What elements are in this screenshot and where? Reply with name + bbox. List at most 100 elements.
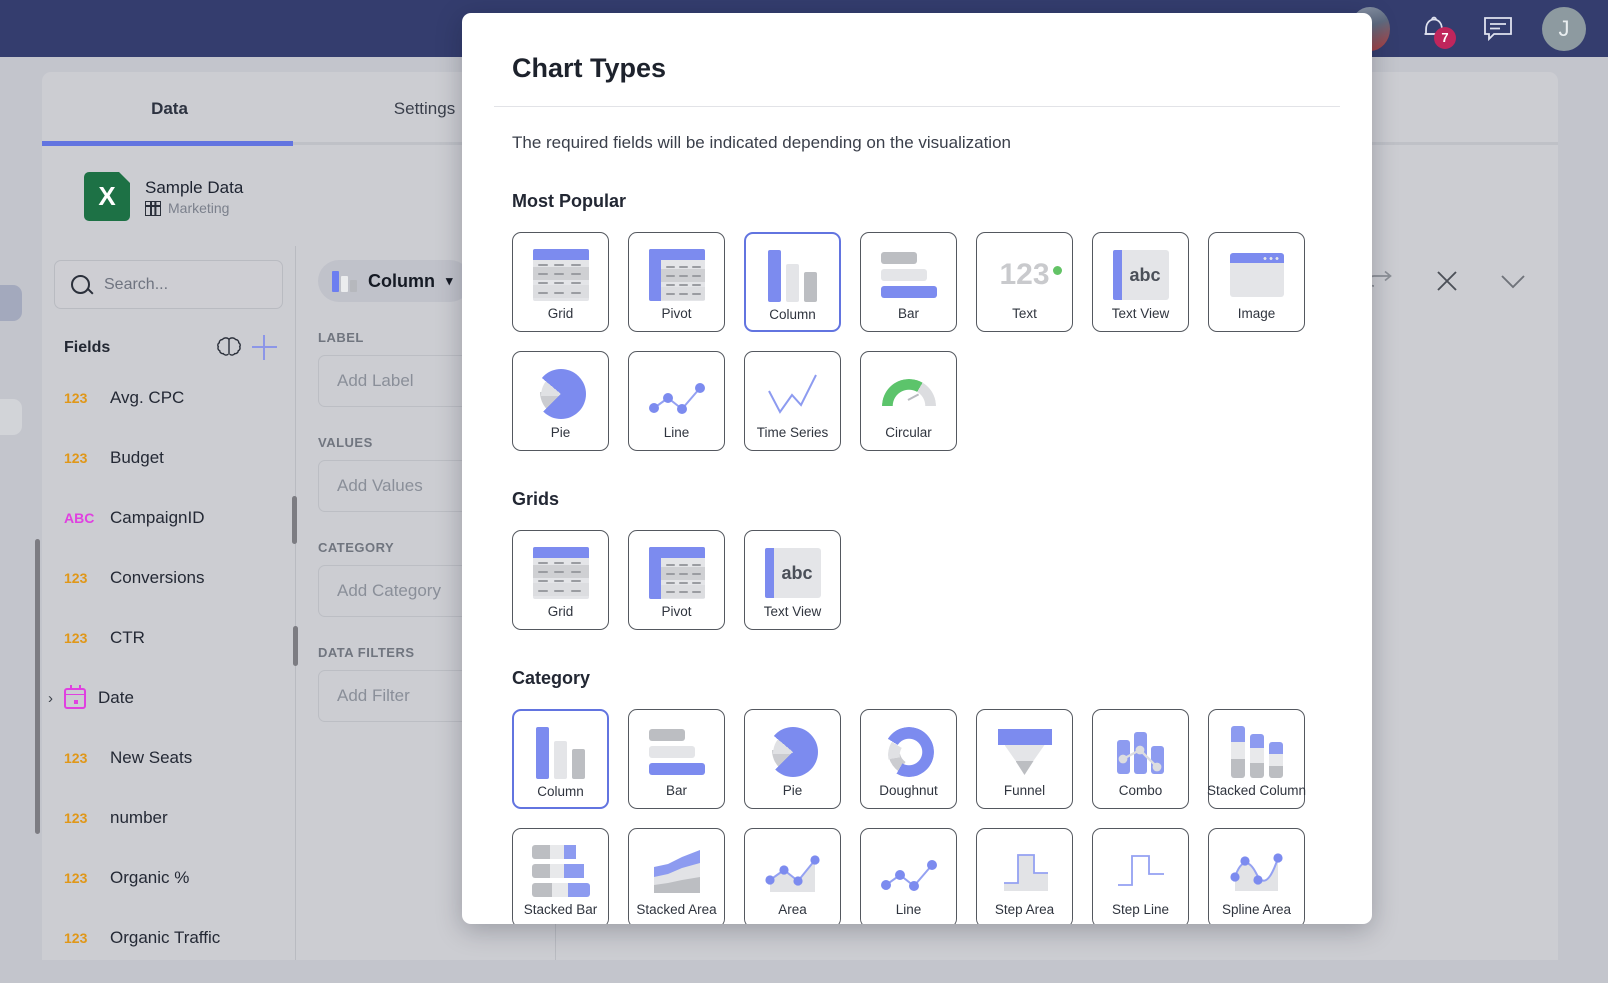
chart-type-card-textview[interactable]: abc Text View: [1092, 232, 1189, 332]
column-chart-icon: [536, 727, 585, 779]
field-name: CTR: [110, 628, 145, 647]
field-name: Organic %: [110, 868, 190, 887]
chart-type-groups: Most Popular Grid Pivot Column Bar 123 Text abc…: [494, 153, 1340, 924]
chart-types-modal: Chart Types The required fields will be …: [462, 13, 1372, 924]
chart-type-card-textview[interactable]: abc Text View: [744, 530, 841, 630]
chart-type-card-combo[interactable]: Combo: [1092, 709, 1189, 809]
chart-type-card-column[interactable]: Column: [744, 232, 841, 332]
chart-type-card-stepline[interactable]: Step Line: [1092, 828, 1189, 924]
canvas-actions: [1366, 266, 1528, 296]
app-root: 7 J Data Settings X Sample Data Marketin…: [0, 0, 1608, 983]
chart-type-card-column[interactable]: Column: [512, 709, 609, 809]
chart-type-card-doughnut[interactable]: Doughnut: [860, 709, 957, 809]
chart-type-card-line[interactable]: Line: [628, 351, 725, 451]
group-title: Most Popular: [512, 191, 627, 211]
close-icon[interactable]: [1432, 266, 1462, 296]
settings-scrollbar[interactable]: [293, 626, 298, 666]
chart-type-card-image[interactable]: Image: [1208, 232, 1305, 332]
tab-data[interactable]: Data: [42, 72, 297, 146]
brain-icon[interactable]: [216, 336, 242, 359]
step-area-icon: [1003, 854, 1048, 891]
field-row[interactable]: 123 Organic %: [42, 848, 295, 908]
chart-type-label: Line: [663, 425, 690, 440]
spline-area-icon: [1229, 853, 1283, 891]
chart-type-card-bar[interactable]: Bar: [628, 709, 725, 809]
chart-type-card-text[interactable]: 123 Text: [976, 232, 1073, 332]
text-view-icon: abc: [1112, 250, 1169, 300]
chart-type-card-circular[interactable]: Circular: [860, 351, 957, 451]
chart-type-card-grid[interactable]: Grid: [512, 530, 609, 630]
chart-type-label: Step Line: [1111, 902, 1170, 917]
field-name: Budget: [110, 448, 164, 467]
check-icon[interactable]: [1498, 266, 1528, 296]
chart-type-grid: Grid Pivot abc Text View: [494, 510, 1340, 630]
search-input[interactable]: Search...: [54, 260, 283, 309]
excel-icon: X: [84, 171, 130, 221]
bell-icon[interactable]: 7: [1414, 9, 1456, 49]
chart-type-label: Step Area: [994, 902, 1055, 917]
rail-chip-bottom[interactable]: [0, 399, 22, 435]
fields-title: Fields: [64, 338, 111, 356]
pie-chart-icon: [767, 725, 823, 779]
chart-type-label: Area: [778, 902, 807, 917]
chart-type-grid: Grid Pivot Column Bar 123 Text abc Text View Ima…: [494, 212, 1340, 451]
chart-type-label: Grid: [547, 306, 574, 321]
field-name: Conversions: [110, 568, 205, 587]
chart-type-label: Text View: [763, 604, 822, 619]
chart-type-label: Pivot: [661, 306, 692, 321]
chart-type-card-timeseries[interactable]: Time Series: [744, 351, 841, 451]
chart-type-card-stackedarea[interactable]: Stacked Area: [628, 828, 725, 924]
field-row[interactable]: 123 Avg. CPC: [42, 368, 295, 428]
field-row[interactable]: 123 Conversions: [42, 548, 295, 608]
profile-avatar[interactable]: J: [1542, 6, 1586, 51]
chart-type-card-pivot[interactable]: Pivot: [628, 232, 725, 332]
field-type-icon: 123: [64, 750, 88, 766]
circular-gauge-icon: [881, 379, 936, 409]
field-row[interactable]: 123 CTR: [42, 608, 295, 668]
text-number-icon: 123: [999, 258, 1062, 292]
chart-type-card-steparea[interactable]: Step Area: [976, 828, 1073, 924]
chart-type-label: Funnel: [1003, 783, 1046, 798]
chart-type-card-area[interactable]: Area: [744, 828, 841, 924]
chart-type-card-pie[interactable]: Pie: [512, 351, 609, 451]
group-title: Grids: [512, 489, 560, 509]
chart-type-card-pie[interactable]: Pie: [744, 709, 841, 809]
chart-type-card-line[interactable]: Line: [860, 828, 957, 924]
field-row[interactable]: 123 New Seats: [42, 728, 295, 788]
time-series-icon: [767, 374, 817, 414]
pivot-icon: [648, 249, 705, 301]
pivot-icon: [648, 547, 705, 599]
field-row[interactable]: ABC CampaignID: [42, 488, 295, 548]
field-type-icon: 123: [64, 570, 88, 586]
field-row[interactable]: 123 Budget: [42, 428, 295, 488]
chat-icon[interactable]: [1478, 9, 1518, 49]
field-row[interactable]: 123 Organic Traffic: [42, 908, 295, 960]
chart-type-card-splinearea[interactable]: Spline Area: [1208, 828, 1305, 924]
chart-type-grid: Column Bar Pie Doughnut Funnel Combo Stacked C…: [494, 689, 1340, 924]
rail-scrollbar[interactable]: [35, 539, 40, 834]
chart-type-selector[interactable]: Column ▾: [318, 260, 471, 302]
chart-type-card-bar[interactable]: Bar: [860, 232, 957, 332]
add-field-icon[interactable]: [252, 335, 277, 360]
field-row[interactable]: › Date: [42, 668, 295, 728]
field-type-icon: 123: [64, 930, 88, 946]
field-row[interactable]: 123 number: [42, 788, 295, 848]
fields-list: 123 Avg. CPC 123 Budget ABC CampaignID 123 Conv…: [42, 368, 295, 960]
rail-chip-top[interactable]: [0, 285, 22, 321]
chart-type-label: Stacked Bar: [523, 902, 598, 917]
chart-type-label: Doughnut: [879, 783, 938, 798]
expand-chevron-icon[interactable]: ›: [48, 690, 53, 707]
chart-type-card-funnel[interactable]: Funnel: [976, 709, 1073, 809]
grid-icon: [532, 249, 589, 301]
chart-type-card-stackedcolumn[interactable]: Stacked Column: [1207, 709, 1306, 809]
modal-title: Chart Types: [512, 53, 667, 83]
line-chart-icon: [648, 383, 705, 414]
search-placeholder: Search...: [104, 275, 169, 293]
chart-type-card-pivot[interactable]: Pivot: [628, 530, 725, 630]
group-title: Category: [512, 668, 591, 688]
chart-type-label: Circular: [885, 425, 932, 440]
chart-type-card-stackedbar[interactable]: Stacked Bar: [512, 828, 609, 924]
chart-type-card-grid[interactable]: Grid: [512, 232, 609, 332]
field-name: Organic Traffic: [110, 928, 221, 947]
notification-badge: 7: [1434, 26, 1456, 49]
